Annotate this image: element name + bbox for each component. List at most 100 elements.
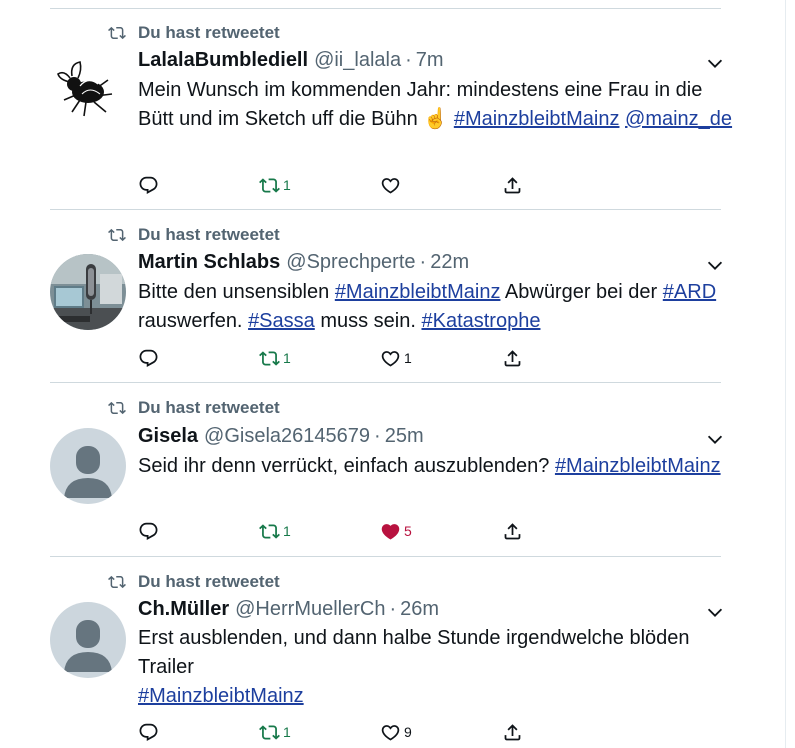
retweet-context: Du hast retweetet [108,23,280,43]
like-button[interactable] [380,173,404,197]
author-handle[interactable]: @HerrMuellerCh [235,598,385,621]
heart-icon [381,350,400,367]
author-name[interactable]: Ch.Müller [138,598,229,621]
tweet-text-segment: rauswerfen. [138,310,249,332]
default-avatar-image [50,428,126,504]
like-count: 5 [404,523,412,539]
tweet-text-segment: muss sein. [314,310,422,332]
retweet-button[interactable]: 1 [259,173,291,197]
retweet-icon [108,575,126,589]
tweet-header: Gisela @Gisela26145679 · 25m [138,425,424,451]
share-icon [504,349,521,366]
author-name[interactable]: LalalaBumblediell [138,49,308,72]
tweet-actions: 1 5 [138,519,538,543]
timeline-border [785,0,786,748]
header-separator: · [389,598,397,620]
retweet-label: Du hast retweetet [138,23,280,42]
tweet-text: Mein Wunsch im kommenden Jahr: mindesten… [138,76,738,134]
retweet-icon [108,228,126,242]
heart-filled-icon [381,523,400,540]
tweet-header: LalalaBumblediell @ii_lalala · 7m [138,49,444,75]
tweet-actions: 1 9 [138,720,538,744]
heart-icon [381,724,400,741]
chevron-down-icon[interactable] [704,428,726,450]
author-handle[interactable]: @Sprechperte [286,251,415,274]
retweet-count: 1 [283,523,291,539]
retweet-icon [108,401,126,415]
retweet-button[interactable]: 1 [259,346,291,370]
like-count: 1 [404,350,412,366]
hashtag-link[interactable]: #MainzbleibtMainz [335,281,501,303]
tweet-text: Bitte den unsensiblen #MainzbleibtMainz … [138,278,738,336]
share-button[interactable] [502,173,523,197]
tweet-time[interactable]: 25m [385,425,424,448]
retweet-icon [259,177,280,193]
retweet-label: Du hast retweetet [138,572,280,591]
hashtag-link[interactable]: #ARD [663,281,716,303]
retweet-context: Du hast retweetet [108,572,280,592]
tweet-text-segment: Abwürger bei der [500,281,663,303]
tweet-text: Erst ausblenden, und dann halbe Stunde i… [138,624,738,711]
tweet-time[interactable]: 7m [416,49,444,72]
header-separator: · [374,425,381,447]
retweet-count: 1 [283,350,291,366]
hashtag-link[interactable]: #MainzbleibtMainz [454,108,620,130]
author-name[interactable]: Martin Schlabs [138,251,280,274]
like-button[interactable]: 5 [380,519,412,543]
header-separator: · [419,251,427,273]
tweet-actions: 1 [138,173,538,197]
reply-icon [139,522,158,540]
retweet-icon [108,26,126,40]
tweet-header: Ch.Müller @HerrMuellerCh · 26m [138,598,439,624]
timeline-top-divider [50,8,721,9]
retweet-label: Du hast retweetet [138,398,280,417]
tweet-divider [50,209,721,210]
author-name[interactable]: Gisela [138,425,198,448]
hashtag-link[interactable]: #MainzbleibtMainz [138,685,304,707]
tweet-text-segment: Erst ausblenden, und dann halbe Stunde i… [138,627,690,678]
reply-button[interactable] [138,720,162,744]
tweet-time[interactable]: 26m [400,598,439,621]
avatar[interactable] [50,602,126,678]
tweet-text-segment: Seid ihr denn verrückt, einfach auszuble… [138,455,555,477]
like-button[interactable]: 1 [380,346,412,370]
share-button[interactable] [502,519,523,543]
tweet-actions: 1 1 [138,346,538,370]
avatar[interactable] [50,50,126,126]
reply-button[interactable] [138,173,162,197]
reply-icon [139,176,158,194]
retweet-icon [259,350,280,366]
mention-link[interactable]: @mainz_de [625,108,732,130]
retweet-button[interactable]: 1 [259,720,291,744]
tweet-time[interactable]: 22m [430,251,469,274]
chevron-down-icon[interactable] [704,254,726,276]
like-button[interactable]: 9 [380,720,412,744]
reply-icon [139,723,158,741]
header-separator: · [405,49,412,71]
studio-microphone-avatar-image [50,254,126,330]
tweet-text-segment: Bitte den unsensiblen [138,281,335,303]
share-button[interactable] [502,346,523,370]
author-handle[interactable]: @ii_lalala [314,49,401,72]
avatar[interactable] [50,254,126,330]
chevron-down-icon[interactable] [704,601,726,623]
reply-button[interactable] [138,346,162,370]
like-count: 9 [404,724,412,740]
retweet-button[interactable]: 1 [259,519,291,543]
reply-button[interactable] [138,519,162,543]
hashtag-link[interactable]: #Katastrophe [421,310,540,332]
bee-avatar-image [50,50,126,126]
share-button[interactable] [502,720,523,744]
hashtag-link[interactable]: #MainzbleibtMainz [555,455,721,477]
author-handle[interactable]: @Gisela26145679 [204,425,370,448]
heart-icon [381,177,400,194]
chevron-down-icon[interactable] [704,52,726,74]
retweet-count: 1 [283,724,291,740]
avatar[interactable] [50,428,126,504]
share-icon [504,176,521,193]
share-icon [504,723,521,740]
share-icon [504,522,521,539]
retweet-label: Du hast retweetet [138,225,280,244]
hashtag-link[interactable]: #Sassa [248,310,315,332]
retweet-icon [259,724,280,740]
